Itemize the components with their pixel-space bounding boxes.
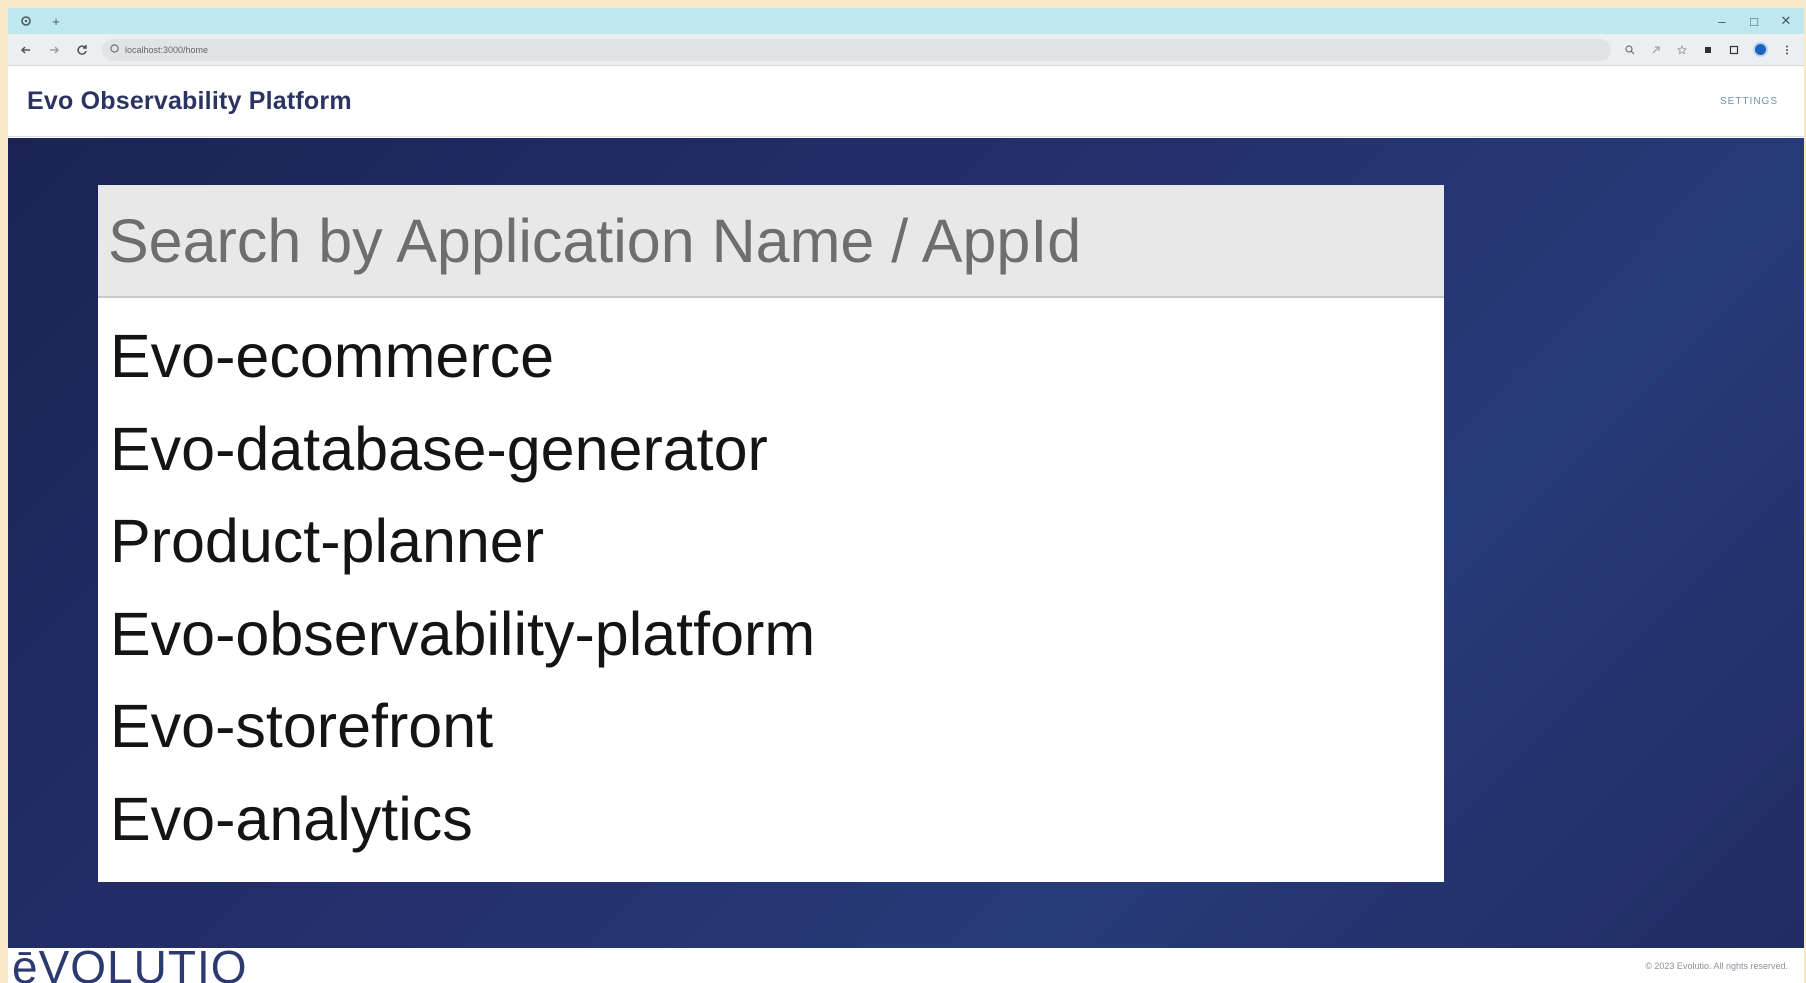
profile-avatar-icon[interactable]: [1753, 42, 1768, 57]
browser-toolbar: [1623, 42, 1794, 57]
settings-link[interactable]: SETTINGS: [1720, 96, 1778, 107]
back-icon[interactable]: [18, 42, 34, 58]
app-header: Evo Observability Platform SETTINGS: [8, 66, 1804, 137]
browser-navbar: localhost:3000/home: [8, 34, 1804, 66]
window-controls: – □ ✕: [1714, 13, 1794, 29]
application-item[interactable]: Evo-storefront: [98, 680, 1444, 773]
settings-icon[interactable]: [18, 13, 34, 29]
zoom-icon[interactable]: [1623, 43, 1637, 57]
application-item[interactable]: Evo-observability-platform: [98, 588, 1444, 681]
evolutio-logo: ēVOLUTIO: [12, 941, 248, 983]
url-text[interactable]: localhost:3000/home: [125, 45, 208, 55]
extensions-icon[interactable]: [1701, 43, 1715, 57]
browser-window: + – □ ✕ localhost:3000/home Evo Observab…: [8, 8, 1804, 983]
new-tab-button[interactable]: +: [48, 13, 64, 29]
menu-kebab-icon[interactable]: [1780, 43, 1794, 57]
forward-icon[interactable]: [46, 42, 62, 58]
app-footer: ēVOLUTIO © 2023 Evolutio. All rights res…: [8, 941, 1804, 983]
bookmark-star-icon[interactable]: [1675, 43, 1689, 57]
address-bar[interactable]: localhost:3000/home: [102, 38, 1611, 61]
maximize-button[interactable]: □: [1746, 13, 1762, 29]
minimize-button[interactable]: –: [1714, 13, 1730, 29]
site-info-icon[interactable]: [110, 44, 119, 55]
share-icon[interactable]: [1649, 43, 1663, 57]
copyright-text: © 2023 Evolutio. All rights reserved.: [1645, 960, 1788, 971]
application-item[interactable]: Evo-analytics: [98, 773, 1444, 866]
search-panel: Evo-ecommerce Evo-database-generator Pro…: [98, 185, 1444, 882]
hero-section: Evo-ecommerce Evo-database-generator Pro…: [8, 138, 1804, 948]
application-item[interactable]: Evo-ecommerce: [98, 310, 1444, 403]
reload-icon[interactable]: [74, 42, 90, 58]
close-button[interactable]: ✕: [1778, 13, 1794, 29]
side-panel-icon[interactable]: [1727, 43, 1741, 57]
application-item[interactable]: Product-planner: [98, 495, 1444, 588]
browser-tab-strip: + – □ ✕: [8, 8, 1804, 34]
app-title: Evo Observability Platform: [27, 86, 352, 115]
application-results-list: Evo-ecommerce Evo-database-generator Pro…: [98, 298, 1444, 865]
application-item[interactable]: Evo-database-generator: [98, 403, 1444, 496]
search-input[interactable]: [98, 185, 1444, 298]
